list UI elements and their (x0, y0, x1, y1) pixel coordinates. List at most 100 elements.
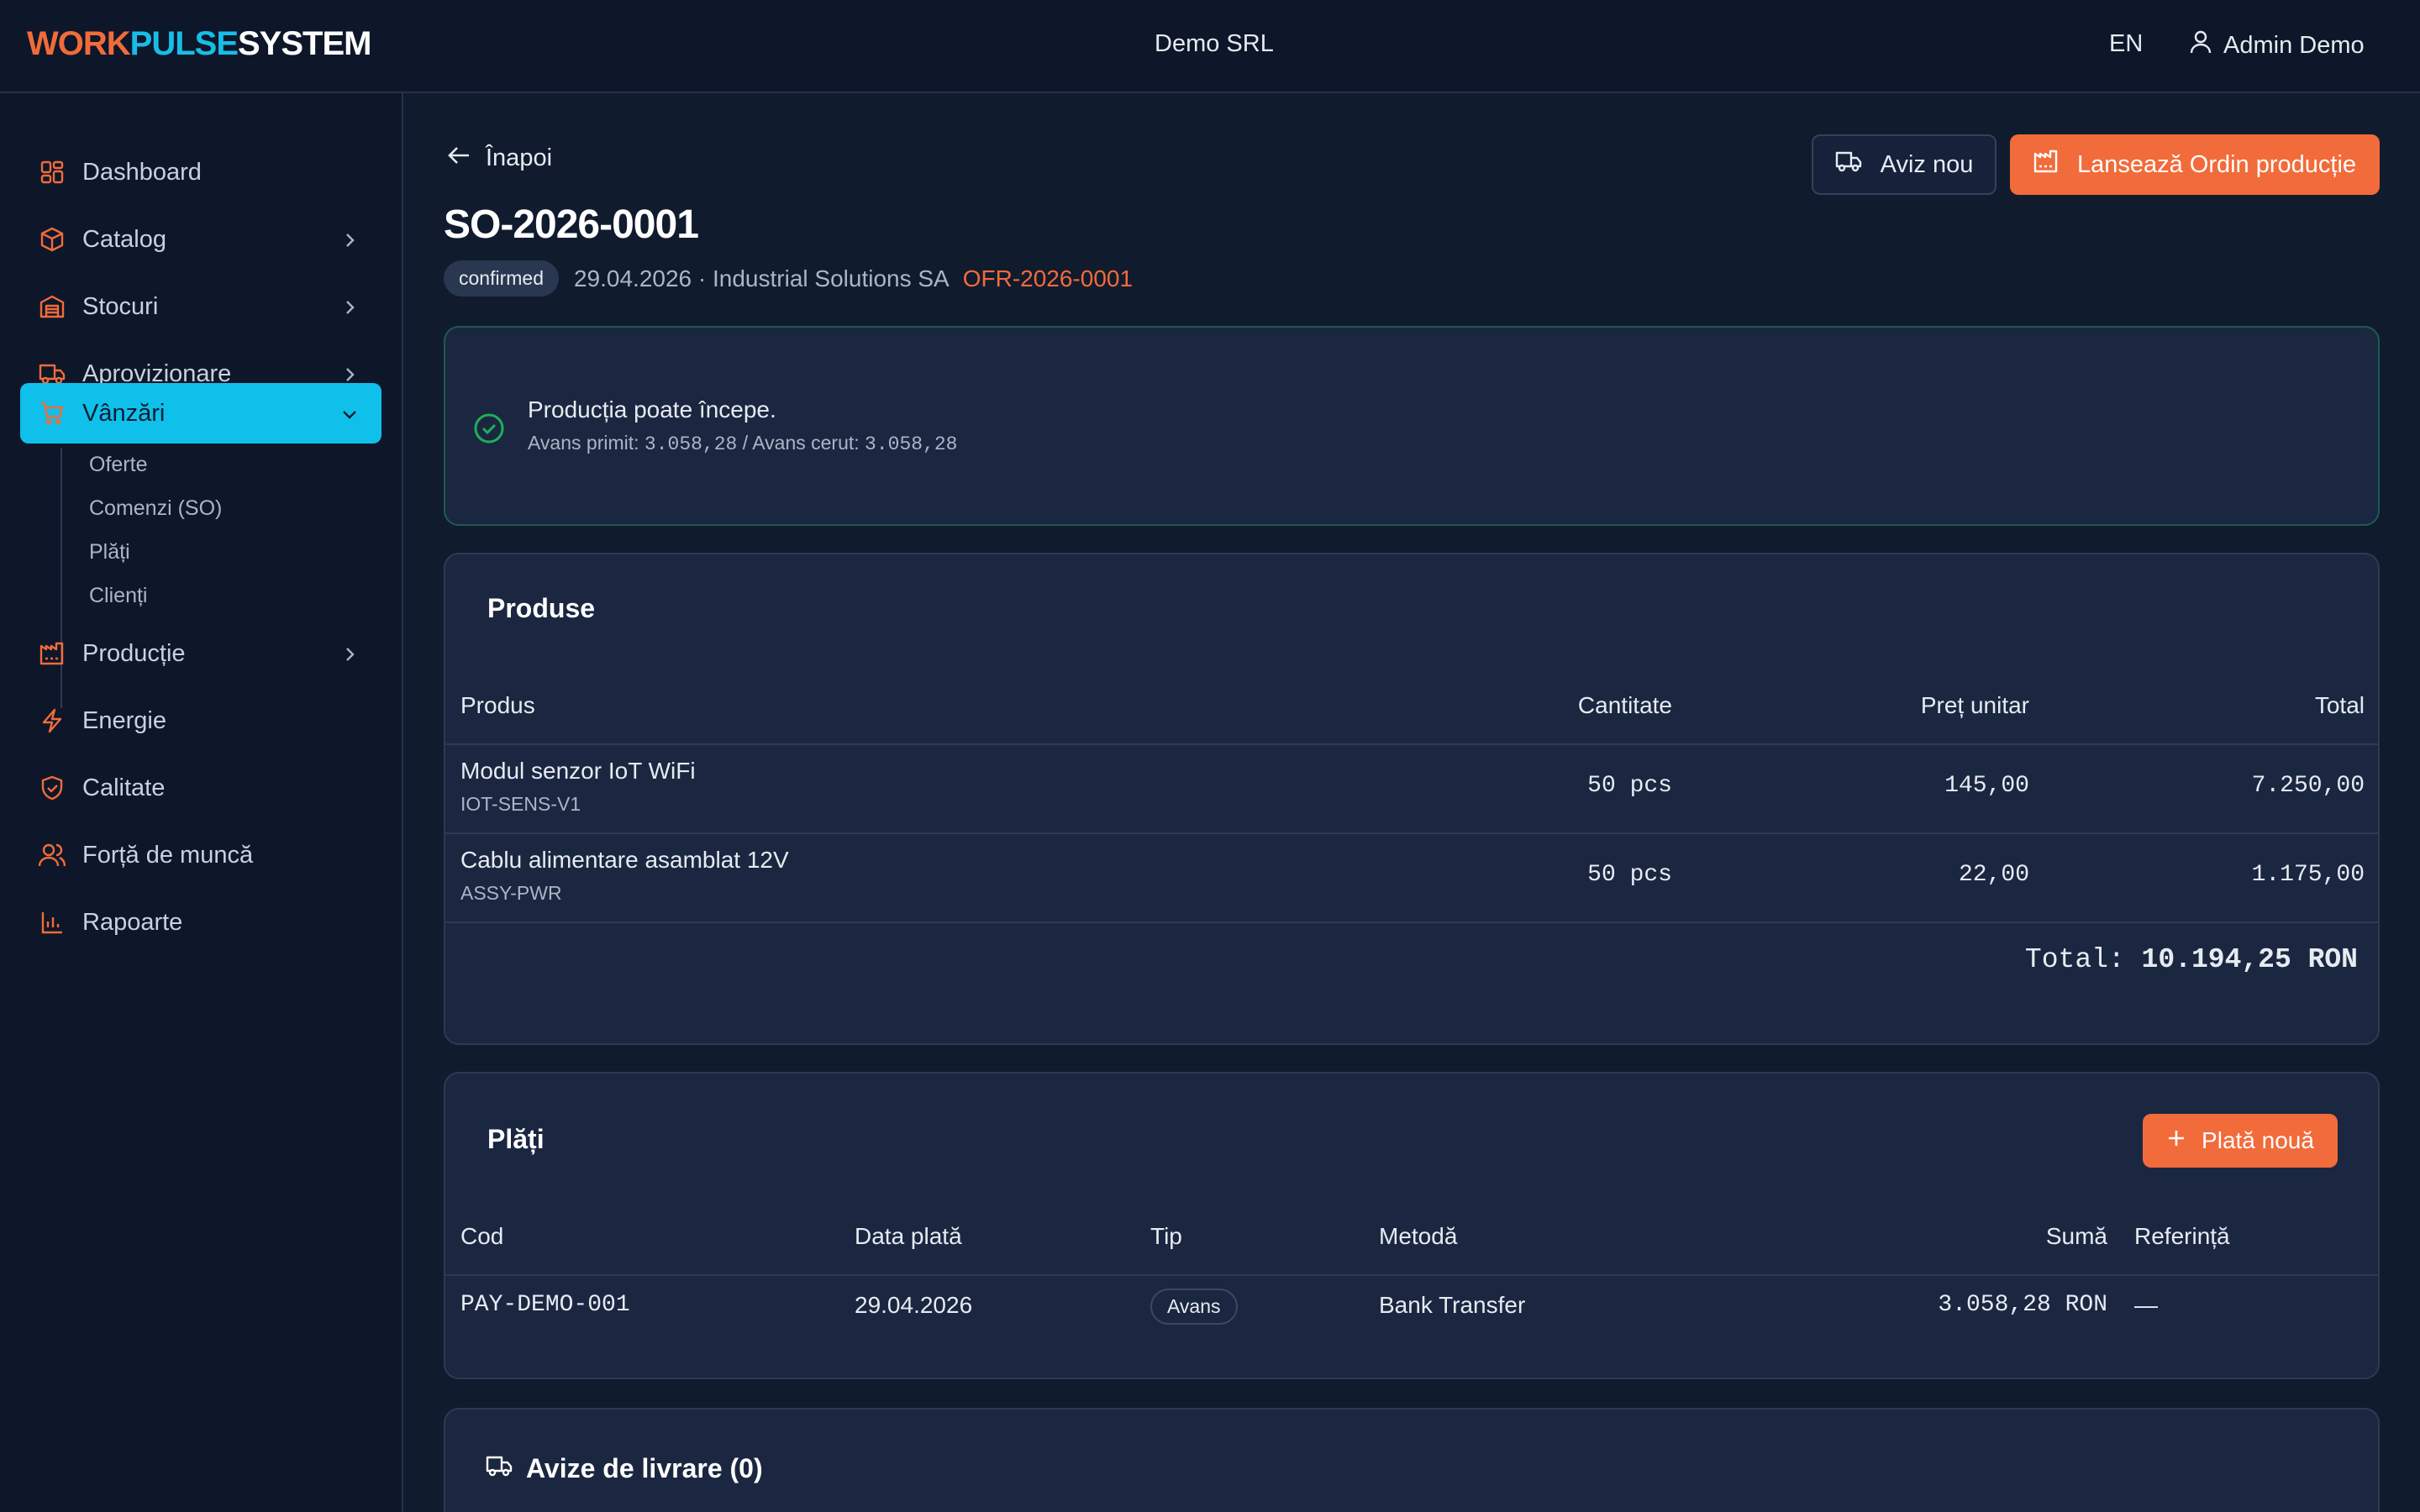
table-divider (445, 832, 2378, 834)
product-quantity: 50 pcs (1587, 862, 1672, 888)
products-title: Produse (487, 593, 596, 623)
new-payment-label: Plată nouă (2202, 1127, 2314, 1153)
submenu-item-clienti[interactable]: Clienți (89, 584, 147, 608)
advance-required-label: Avans cerut: (752, 432, 860, 454)
sidebar-item-label: Energie (82, 706, 166, 734)
submenu-item-oferte[interactable]: Oferte (89, 453, 147, 477)
table-divider (445, 743, 2378, 745)
truck-icon (486, 1453, 513, 1484)
status-badge: confirmed (444, 260, 559, 297)
logo-part-system: SYSTEM (238, 25, 371, 62)
advance-separator: / (737, 432, 753, 454)
page-title: SO-2026-0001 (444, 202, 699, 247)
column-header-product: Produs (460, 692, 535, 718)
sidebar-item-label: Rapoarte (82, 908, 183, 936)
sidebar-item-label: Calitate (82, 774, 166, 801)
sidebar-item-label: Vânzări (82, 399, 166, 427)
table-divider (445, 921, 2378, 923)
delivery-notes-card: Avize de livrare (0) (444, 1408, 2380, 1512)
product-name: Modul senzor IoT WiFi (460, 758, 696, 784)
sidebar-item-calitate[interactable]: Calitate (20, 758, 381, 818)
products-card: Produse Produs Cantitate Preț unitar Tot… (444, 553, 2380, 1045)
sidebar-item-energie[interactable]: Energie (20, 690, 381, 751)
factory-icon (39, 640, 66, 667)
offer-link[interactable]: OFR-2026-0001 (963, 265, 1133, 292)
column-header-type: Tip (1150, 1223, 1182, 1249)
submenu-item-plati[interactable]: Plăți (89, 540, 130, 564)
user-name: Admin Demo (2223, 31, 2365, 59)
order-meta: confirmed 29.04.2026 · Industrial Soluti… (444, 260, 1133, 297)
product-code: ASSY-PWR (460, 882, 562, 904)
product-name: Cablu alimentare asamblat 12V (460, 847, 789, 873)
advance-required-value: 3.058,28 (865, 433, 958, 455)
payment-reference: — (2134, 1292, 2158, 1318)
sidebar-item-dashboard[interactable]: Dashboard (20, 142, 381, 202)
payment-type-badge: Avans (1150, 1289, 1238, 1325)
arrow-left-icon (447, 144, 471, 172)
table-divider (445, 1274, 2378, 1276)
new-notice-label: Aviz nou (1880, 150, 1974, 178)
advance-received-label: Avans primit: (528, 432, 639, 454)
logo-part-pulse: PULSE (129, 25, 239, 62)
user-menu[interactable]: Admin Demo (2190, 30, 2365, 60)
bolt-icon (39, 707, 66, 734)
order-date-customer: 29.04.2026 · Industrial Solutions SA (573, 265, 950, 291)
payment-date: 29.04.2026 (855, 1292, 973, 1318)
back-link[interactable]: Înapoi (447, 144, 552, 172)
payments-title: Plăți (487, 1124, 544, 1154)
warehouse-icon (39, 293, 66, 320)
column-header-code: Cod (460, 1223, 504, 1249)
payment-amount: 3.058,28 RON (1938, 1292, 2107, 1318)
column-header-total: Total (2314, 692, 2365, 718)
truck-icon (1835, 150, 1862, 180)
sidebar: Dashboard Catalog Stocuri Aprovizionare … (0, 93, 403, 1512)
production-ready-alert: Producția poate începe. Avans primit: 3.… (444, 326, 2380, 526)
column-header-amount: Sumă (2045, 1223, 2107, 1249)
chevron-right-icon (339, 643, 360, 664)
check-circle-icon (472, 412, 506, 449)
alert-advance-info: Avans primit: 3.058,28 / Avans cerut: 3.… (528, 432, 957, 455)
sidebar-item-label: Producție (82, 639, 186, 667)
payments-card: Plăți Plată nouă Cod Data plată Tip Meto… (444, 1072, 2380, 1379)
column-header-method: Metodă (1379, 1223, 1458, 1249)
box-icon (39, 226, 66, 253)
payment-method: Bank Transfer (1379, 1292, 1526, 1318)
cart-icon (39, 400, 66, 427)
order-total-value: 10.194,25 RON (2141, 944, 2358, 975)
sidebar-item-stocuri[interactable]: Stocuri (20, 276, 381, 337)
sidebar-item-rapoarte[interactable]: Rapoarte (20, 892, 381, 953)
product-total: 7.250,00 (2251, 773, 2365, 799)
payment-code: PAY-DEMO-001 (460, 1292, 630, 1318)
sidebar-item-label: Stocuri (82, 292, 159, 320)
launch-production-order-label: Lansează Ordin producție (2076, 150, 2357, 178)
sidebar-item-forta-de-munca[interactable]: Forță de muncă (20, 825, 381, 885)
product-unit-price: 145,00 (1944, 773, 2029, 799)
sidebar-item-catalog[interactable]: Catalog (20, 209, 381, 270)
new-payment-button[interactable]: Plată nouă (2143, 1114, 2338, 1168)
alert-title: Producția poate începe. (528, 396, 776, 423)
advance-received-value: 3.058,28 (644, 433, 738, 455)
app-logo[interactable]: WORKPULSESYSTEM (27, 25, 371, 63)
factory-icon (2033, 149, 2059, 181)
product-total: 1.175,00 (2251, 862, 2365, 888)
company-name: Demo SRL (1155, 30, 1274, 57)
sidebar-item-productie[interactable]: Producție (20, 623, 381, 684)
submenu-item-comenzi[interactable]: Comenzi (SO) (89, 496, 222, 521)
language-switch[interactable]: EN (2109, 30, 2143, 58)
sidebar-item-label: Catalog (82, 225, 166, 253)
order-total-label: Total: (2024, 944, 2125, 975)
new-notice-button[interactable]: Aviz nou (1812, 134, 1996, 195)
shield-icon (39, 774, 66, 801)
column-header-unit-price: Preț unitar (1920, 692, 2029, 718)
delivery-notes-title: Avize de livrare (0) (526, 1453, 763, 1483)
column-header-quantity: Cantitate (1577, 692, 1672, 718)
top-bar: WORKPULSESYSTEM Demo SRL EN Admin Demo (0, 0, 2420, 93)
sidebar-item-vanzari[interactable]: Vânzări (20, 383, 381, 444)
order-total: Total: 10.194,25 RON (2025, 944, 2358, 975)
launch-production-order-button[interactable]: Lansează Ordin producție (2010, 134, 2380, 195)
product-code: IOT-SENS-V1 (460, 793, 581, 815)
product-unit-price: 22,00 (1958, 862, 2029, 888)
users-icon (39, 842, 66, 869)
sidebar-item-label: Dashboard (82, 158, 202, 186)
column-header-payment-date: Data plată (855, 1223, 962, 1249)
